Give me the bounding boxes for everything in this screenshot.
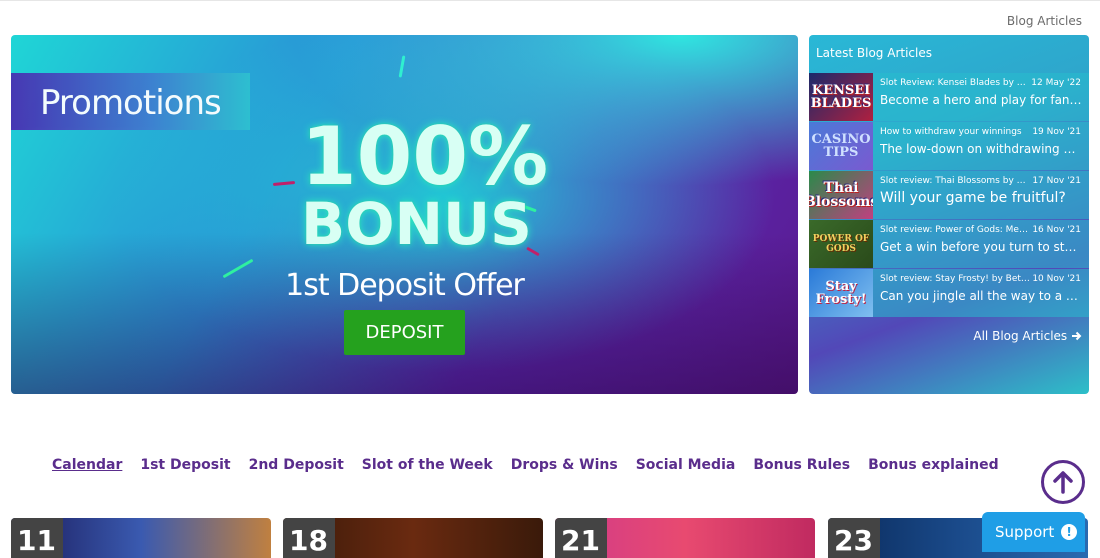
calendar-card[interactable]: 11 (11, 518, 271, 558)
scroll-to-top-button[interactable] (1041, 460, 1085, 504)
latest-blog-panel: Latest Blog Articles KENSEI BLADES Slot … (809, 35, 1089, 394)
arrow-up-icon (1053, 471, 1073, 494)
light-streak (398, 55, 406, 78)
tab-1st-deposit[interactable]: 1st Deposit (140, 457, 230, 473)
breadcrumb[interactable]: Blog Articles (1007, 14, 1082, 28)
all-blog-articles-link[interactable]: All Blog Articles (973, 329, 1082, 343)
blog-item[interactable]: CASINO TIPS How to withdraw your winning… (809, 122, 1089, 170)
support-label: Support (995, 523, 1055, 541)
blog-item-subtitle: Slot review: Power of Gods: Medusa ... (880, 225, 1030, 235)
bonus-graphic: 100% BONUS (301, 110, 549, 258)
blog-thumbnail: Stay Frosty! (809, 269, 873, 317)
blog-item[interactable]: POWER OF GODS Slot review: Power of Gods… (809, 220, 1089, 268)
tab-slot-of-the-week[interactable]: Slot of the Week (362, 457, 493, 473)
offer-text: 1st Deposit Offer (285, 268, 525, 303)
blog-thumbnail: POWER OF GODS (809, 220, 873, 268)
blog-thumbnail: KENSEI BLADES (809, 73, 873, 121)
alert-icon: ! (1061, 524, 1078, 540)
blog-item-headline: Get a win before you turn to stone! (880, 240, 1082, 254)
blog-thumbnail: CASINO TIPS (809, 122, 873, 170)
tab-bonus-explained[interactable]: Bonus explained (868, 457, 999, 473)
blog-thumbnail: Thai Blossoms (809, 171, 873, 219)
blog-item-headline: Become a hero and play for fantas... (880, 93, 1082, 107)
calendar-day: 21 (555, 518, 607, 558)
blog-item-subtitle: Slot review: Stay Frosty! by Betsof... (880, 274, 1030, 284)
blog-item-date: 17 Nov '21 (1032, 176, 1081, 186)
promotions-tabs: Calendar 1st Deposit 2nd Deposit Slot of… (52, 457, 999, 473)
blog-item-headline: Will your game be fruitful? (880, 190, 1066, 206)
blog-item-subtitle: How to withdraw your winnings (880, 127, 1022, 137)
deposit-button[interactable]: DEPOSIT (344, 310, 465, 355)
calendar-day: 18 (283, 518, 335, 558)
promotions-banner: Promotions (11, 73, 250, 130)
blog-item-headline: The low-down on withdrawing win... (880, 142, 1082, 156)
page-title: Promotions (40, 83, 222, 123)
blog-item-headline: Can you jingle all the way to a win? (880, 289, 1082, 303)
blog-item-subtitle: Slot review: Thai Blossoms by Betso... (880, 176, 1030, 186)
blog-item[interactable]: KENSEI BLADES Slot Review: Kensei Blades… (809, 73, 1089, 121)
bonus-word: BONUS (301, 190, 532, 258)
calendar-day: 11 (11, 518, 63, 558)
arrow-right-icon (1072, 331, 1082, 341)
blog-item-date: 10 Nov '21 (1032, 274, 1081, 284)
tab-2nd-deposit[interactable]: 2nd Deposit (249, 457, 344, 473)
bonus-percent: 100% (301, 110, 549, 203)
blog-item[interactable]: Stay Frosty! Slot review: Stay Frosty! b… (809, 269, 1089, 317)
support-button[interactable]: Support ! (982, 512, 1085, 552)
calendar-card[interactable]: 18 (283, 518, 543, 558)
tab-bonus-rules[interactable]: Bonus Rules (753, 457, 850, 473)
tab-social-media[interactable]: Social Media (636, 457, 736, 473)
light-streak (272, 181, 296, 186)
tab-drops-wins[interactable]: Drops & Wins (511, 457, 618, 473)
top-divider (0, 0, 1100, 1)
blog-item-date: 16 Nov '21 (1032, 225, 1081, 235)
calendar-card[interactable]: 21 (555, 518, 815, 558)
blog-panel-title: Latest Blog Articles (816, 46, 932, 60)
blog-item-date: 19 Nov '21 (1032, 127, 1081, 137)
blog-item-subtitle: Slot Review: Kensei Blades by Betso... (880, 78, 1030, 88)
blog-item-date: 12 May '22 (1031, 78, 1081, 88)
calendar-day: 23 (828, 518, 880, 558)
promotions-hero: Promotions 100% BONUS 1st Deposit Offer … (11, 35, 798, 394)
tab-calendar[interactable]: Calendar (52, 457, 122, 473)
blog-item[interactable]: Thai Blossoms Slot review: Thai Blossoms… (809, 171, 1089, 219)
